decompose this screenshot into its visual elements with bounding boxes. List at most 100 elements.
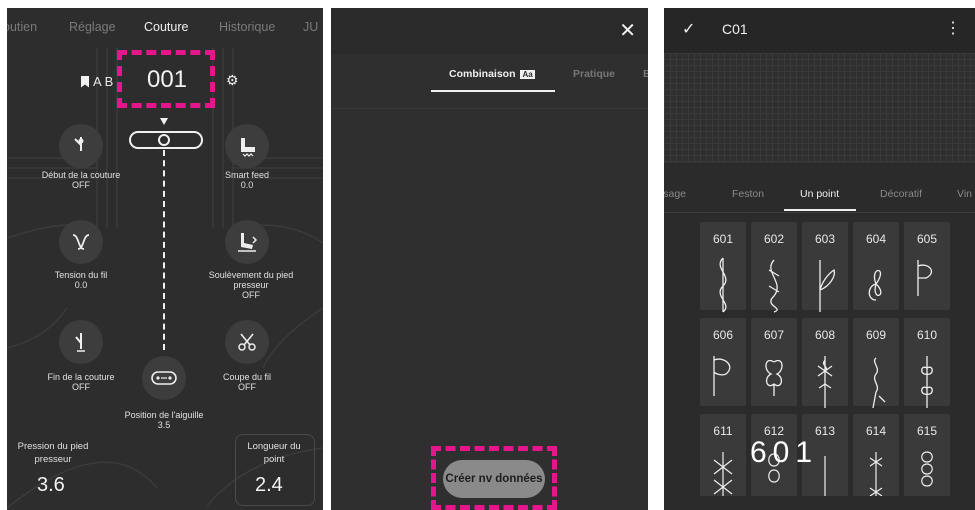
- sewing-settings-panel: outien Réglage Couture Historique JU A B…: [7, 8, 323, 510]
- stitch-pattern-icon: [768, 259, 780, 313]
- more-options-icon[interactable]: ⋮: [945, 18, 961, 38]
- smart-feed-button[interactable]: [225, 124, 269, 168]
- foot-pressure-value[interactable]: 3.6: [37, 474, 65, 497]
- stitch-cell-number: 603: [814, 232, 836, 246]
- stitch-cell-604[interactable]: 604: [853, 222, 899, 310]
- needle-indicator-icon: [160, 118, 168, 125]
- stitch-pattern-icon: [819, 260, 836, 312]
- tab-combinaison[interactable]: Combinaison Aa: [449, 68, 535, 80]
- presser-foot-icon: [241, 138, 255, 157]
- gear-icon[interactable]: ⚙: [226, 72, 239, 89]
- stitch-cell-611[interactable]: 611: [700, 414, 746, 504]
- stitch-cell-number: 607: [763, 328, 785, 342]
- stitch-pattern-icon: [719, 257, 727, 313]
- selected-stitch-overlay: 601: [750, 436, 819, 469]
- create-new-data-button[interactable]: Créer nv données: [443, 460, 545, 498]
- stitch-cell-number: 608: [814, 328, 836, 342]
- stitch-cell-601[interactable]: 601: [700, 222, 746, 313]
- seam-guide-line: [163, 150, 165, 350]
- thread-tension-button[interactable]: [59, 220, 103, 264]
- tab-feston[interactable]: Feston: [732, 188, 764, 200]
- foot-lift-button[interactable]: [225, 220, 269, 264]
- stitch-pattern-icon: [868, 269, 882, 301]
- thread-tension-icon: [72, 234, 90, 250]
- stitch-cell-602[interactable]: 602: [751, 222, 797, 313]
- stitch-cell-number: 614: [865, 424, 887, 438]
- tab-vin[interactable]: Vin: [957, 188, 972, 200]
- stitch-cell-number: 604: [865, 232, 887, 246]
- stitch-cell-number: 601: [712, 232, 734, 246]
- stitch-cell-number: 610: [916, 328, 938, 342]
- foot-pressure-label: Pression du pied presseur: [17, 441, 89, 465]
- tab-reglage[interactable]: Réglage: [69, 20, 116, 34]
- stitch-cell-608[interactable]: 608: [802, 318, 848, 408]
- start-seam-button[interactable]: [59, 124, 103, 168]
- stitch-pattern-icon: [817, 356, 833, 408]
- stitch-cell-603[interactable]: 603: [802, 222, 848, 312]
- stitch-pattern-icon: [713, 356, 731, 396]
- stitch-cell-number: 605: [916, 232, 938, 246]
- stitch-length-label: Longueur du point: [247, 441, 301, 465]
- stitch-cell-614[interactable]: 614: [853, 414, 899, 504]
- needle-end-icon: [75, 333, 85, 352]
- tab-un-point[interactable]: Un point: [800, 188, 839, 200]
- tab-pratique[interactable]: Pratique: [573, 68, 615, 80]
- start-seam-label: Début de la couture OFF: [41, 170, 121, 190]
- stitch-cell-609[interactable]: 609: [853, 318, 899, 409]
- stitch-pattern-icon: [917, 260, 933, 296]
- tab-decoratif[interactable]: Décoratif: [880, 188, 922, 200]
- stitch-cell-number: 611: [713, 424, 733, 438]
- combination-panel: ✕ Combinaison Aa Pratique B Créer nv don…: [331, 8, 648, 510]
- needle-shift-icon: [151, 371, 177, 385]
- foot-lift-label: Soulèvement du pied presseur OFF: [208, 270, 294, 300]
- stitch-cell-607[interactable]: 607: [751, 318, 797, 406]
- bookmark-icon: [81, 75, 89, 88]
- stitch-number-display[interactable]: 001: [125, 58, 209, 102]
- thread-tension-label: Tension du fil 0.0: [54, 270, 108, 290]
- thread-cut-button[interactable]: [225, 320, 269, 364]
- tab-couture[interactable]: Couture: [144, 20, 188, 34]
- top-tab-bar: outien Réglage Couture Historique JU: [7, 8, 323, 48]
- pattern-label: A B: [93, 74, 114, 89]
- combo-badge-icon: Aa: [520, 70, 535, 79]
- stitch-pattern-icon: [765, 359, 783, 396]
- stitch-cell-number: 609: [865, 328, 887, 342]
- tab-ju[interactable]: JU: [303, 20, 318, 34]
- stitch-pattern-icon: [921, 356, 933, 408]
- panel-header: [331, 8, 648, 54]
- divider: [664, 212, 975, 213]
- divider: [331, 108, 648, 109]
- tab-b[interactable]: B: [643, 68, 648, 80]
- stitch-cell-605[interactable]: 605: [904, 222, 950, 310]
- tab-historique[interactable]: Historique: [219, 20, 275, 34]
- stitch-length-value[interactable]: 2.4: [255, 474, 283, 497]
- end-seam-button[interactable]: [59, 320, 103, 364]
- end-seam-label: Fin de la couture OFF: [47, 372, 115, 392]
- smart-feed-label: Smart feed 0.0: [224, 170, 270, 190]
- stitch-cell-number: 615: [916, 424, 938, 438]
- stitch-cell-615[interactable]: 615: [904, 414, 950, 502]
- needle-position-button[interactable]: [142, 356, 186, 400]
- needle-position-label: Position de l'aiguille 3.5: [124, 410, 204, 430]
- stitch-selection-panel: ✓ C01 ⋮ ssage Feston Un point Décoratif …: [664, 8, 975, 510]
- close-icon[interactable]: ✕: [619, 18, 636, 43]
- stitch-cell-number: 606: [712, 328, 734, 342]
- combination-title: C01: [722, 21, 748, 37]
- stitch-cell-606[interactable]: 606: [700, 318, 746, 406]
- stitch-pattern-icon: [872, 357, 886, 409]
- foot-lift-icon: [238, 233, 258, 252]
- tab-ssage[interactable]: ssage: [664, 188, 686, 200]
- needle-position-dot: [158, 134, 170, 146]
- thread-cut-label: Coupe du fil OFF: [222, 372, 272, 392]
- needle-start-icon: [74, 137, 84, 151]
- pattern-mode-indicator[interactable]: A B: [81, 74, 113, 89]
- stitch-cell-number: 602: [763, 232, 785, 246]
- tab-outien[interactable]: outien: [7, 20, 37, 34]
- check-icon[interactable]: ✓: [682, 19, 695, 39]
- active-tab-underline: [784, 209, 856, 211]
- scissors-icon: [238, 333, 256, 351]
- active-tab-underline: [431, 90, 555, 92]
- panel-header: [664, 8, 975, 53]
- bottom-bar: [664, 496, 975, 510]
- stitch-cell-610[interactable]: 610: [904, 318, 950, 408]
